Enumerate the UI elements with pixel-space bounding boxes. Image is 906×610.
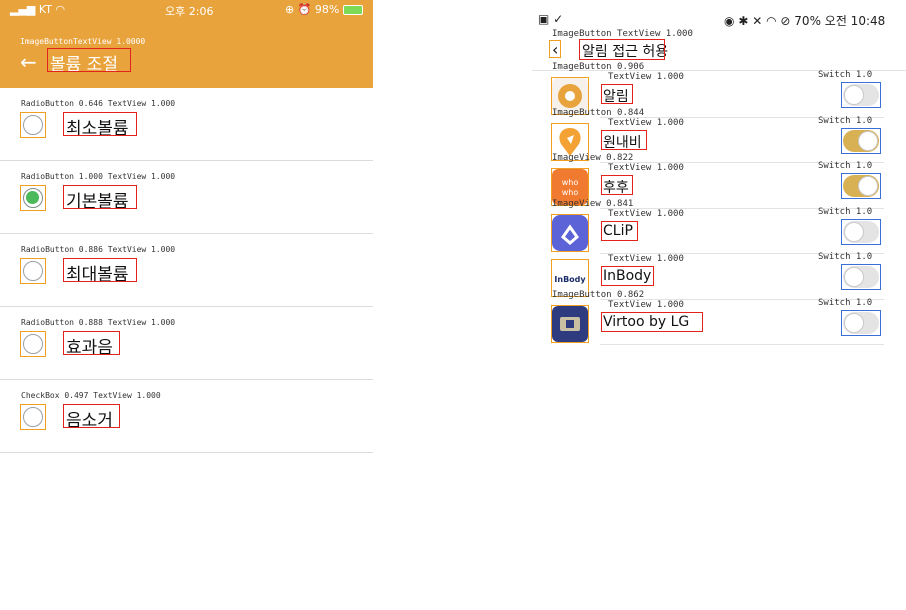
icon-annotation: ImageView 0.822 xyxy=(552,153,634,163)
detection-box xyxy=(47,48,131,72)
switch-annotation: Switch 1.0 xyxy=(818,161,873,171)
text-annotation: TextView 1.000 xyxy=(608,163,684,173)
detection-box xyxy=(841,218,881,245)
text-annotation: TextView 1.000 xyxy=(608,117,684,128)
detection-box xyxy=(63,258,137,282)
detection-box xyxy=(63,404,120,428)
volume-radio-button[interactable] xyxy=(23,334,43,354)
row-divider xyxy=(600,344,884,345)
volume-radio-button[interactable] xyxy=(23,115,43,135)
switch-annotation: Switch 1.0 xyxy=(818,297,873,308)
detection-box xyxy=(841,309,881,336)
right-phone-screen: ▣ ✓ ◉ ✱ ✕ ◠ ⊘ 70% 오전 10:48 ImageButton T… xyxy=(532,0,906,610)
detection-box xyxy=(601,311,703,332)
switch-annotation: Switch 1.0 xyxy=(818,115,873,126)
no-signal-icon: ⊘ xyxy=(780,14,791,28)
volume-option-row[interactable]: RadioButton 1.000 TextView 1.000 기본볼륨 xyxy=(0,161,373,234)
text-annotation: TextView 1.000 xyxy=(608,72,684,82)
check-icon: ✓ xyxy=(553,12,564,26)
detection-box xyxy=(63,185,137,209)
detection-box xyxy=(601,220,638,241)
app-notification-row[interactable]: ImageButton 0.862 TextView 1.000 Switch 1.… xyxy=(532,290,906,345)
volume-radio-button[interactable] xyxy=(23,261,43,281)
volume-option-row[interactable]: RadioButton 0.888 TextView 1.000 효과음 xyxy=(0,307,373,380)
gallery-icon: ▣ xyxy=(538,12,550,26)
row-annotation: CheckBox 0.497 TextView 1.000 xyxy=(21,391,161,400)
signal-icon: ▂▄▆ xyxy=(10,3,36,16)
detection-box xyxy=(579,39,665,60)
detection-box xyxy=(551,304,589,343)
detection-box xyxy=(841,82,881,108)
volume-radio-button[interactable] xyxy=(23,188,43,208)
status-carrier: ▂▄▆ KT ◠ xyxy=(10,3,66,16)
detection-box xyxy=(601,129,647,150)
header-annotation: ImageButtonTextView 1.0000 xyxy=(20,37,146,46)
text-annotation: TextView 1.000 xyxy=(608,208,684,219)
status-left-icons: ▣ ✓ xyxy=(538,12,563,26)
row-annotation: RadioButton 0.646 TextView 1.000 xyxy=(21,99,176,108)
detection-box xyxy=(841,264,881,290)
mute-checkbox[interactable] xyxy=(23,407,43,427)
status-time: 오후 2:06 xyxy=(165,5,214,18)
detection-box xyxy=(63,331,120,355)
top-annotation: ImageButton TextView 1.000 xyxy=(552,29,693,39)
left-phone-screen: ▂▄▆ KT ◠ 오후 2:06 ⊕ ⏰ 98% ImageButtonText… xyxy=(0,0,373,610)
detection-box xyxy=(601,175,633,195)
icon-annotation: ImageButton 0.844 xyxy=(552,107,645,118)
switch-annotation: Switch 1.0 xyxy=(818,206,873,217)
detection-box xyxy=(841,127,881,154)
volume-option-row[interactable]: RadioButton 0.646 TextView 1.000 최소볼륨 xyxy=(0,88,373,161)
icon-annotation: ImageButton 0.862 xyxy=(552,289,645,300)
status-right: ◉ ✱ ✕ ◠ ⊘ 70% 오전 10:48 xyxy=(724,14,886,28)
icon-annotation: ImageButton 0.906 xyxy=(552,62,645,72)
row-annotation: RadioButton 1.000 TextView 1.000 xyxy=(21,172,176,181)
switch-annotation: Switch 1.0 xyxy=(818,70,873,80)
detection-box xyxy=(549,40,561,58)
text-annotation: TextView 1.000 xyxy=(608,299,684,310)
bluetooth-icon: ✱ xyxy=(738,14,749,28)
location-icon: ⊕ xyxy=(285,3,295,16)
volume-option-row[interactable]: RadioButton 0.886 TextView 1.000 최대볼륨 xyxy=(0,234,373,307)
row-annotation: RadioButton 0.888 TextView 1.000 xyxy=(21,318,176,327)
detection-box xyxy=(601,84,633,104)
app-notification-row[interactable]: ImageView 0.841 TextView 1.000 Switch 1.0 C… xyxy=(532,199,906,254)
icon-annotation: ImageView 0.841 xyxy=(552,198,634,209)
status-battery: ⊕ ⏰ 98% xyxy=(285,3,363,16)
app-header: ▂▄▆ KT ◠ 오후 2:06 ⊕ ⏰ 98% ImageButtonText… xyxy=(0,0,373,88)
battery-icon xyxy=(342,5,363,15)
detection-box xyxy=(63,112,137,136)
row-annotation: RadioButton 0.886 TextView 1.000 xyxy=(21,245,176,254)
switch-annotation: Switch 1.0 xyxy=(818,252,873,262)
location-icon: ◉ xyxy=(724,14,735,28)
mute-icon: ✕ xyxy=(752,14,763,28)
wifi-icon: ◠ xyxy=(766,14,777,28)
detection-box xyxy=(551,213,589,252)
wifi-icon: ◠ xyxy=(55,3,66,16)
detection-box xyxy=(601,266,654,286)
detection-box xyxy=(841,173,881,199)
alarm-status-icon: ⏰ xyxy=(297,3,312,16)
volume-option-row[interactable]: CheckBox 0.497 TextView 1.000 음소거 xyxy=(0,380,373,453)
text-annotation: TextView 1.000 xyxy=(608,254,684,264)
arrow-left-icon[interactable]: ← xyxy=(20,50,37,74)
